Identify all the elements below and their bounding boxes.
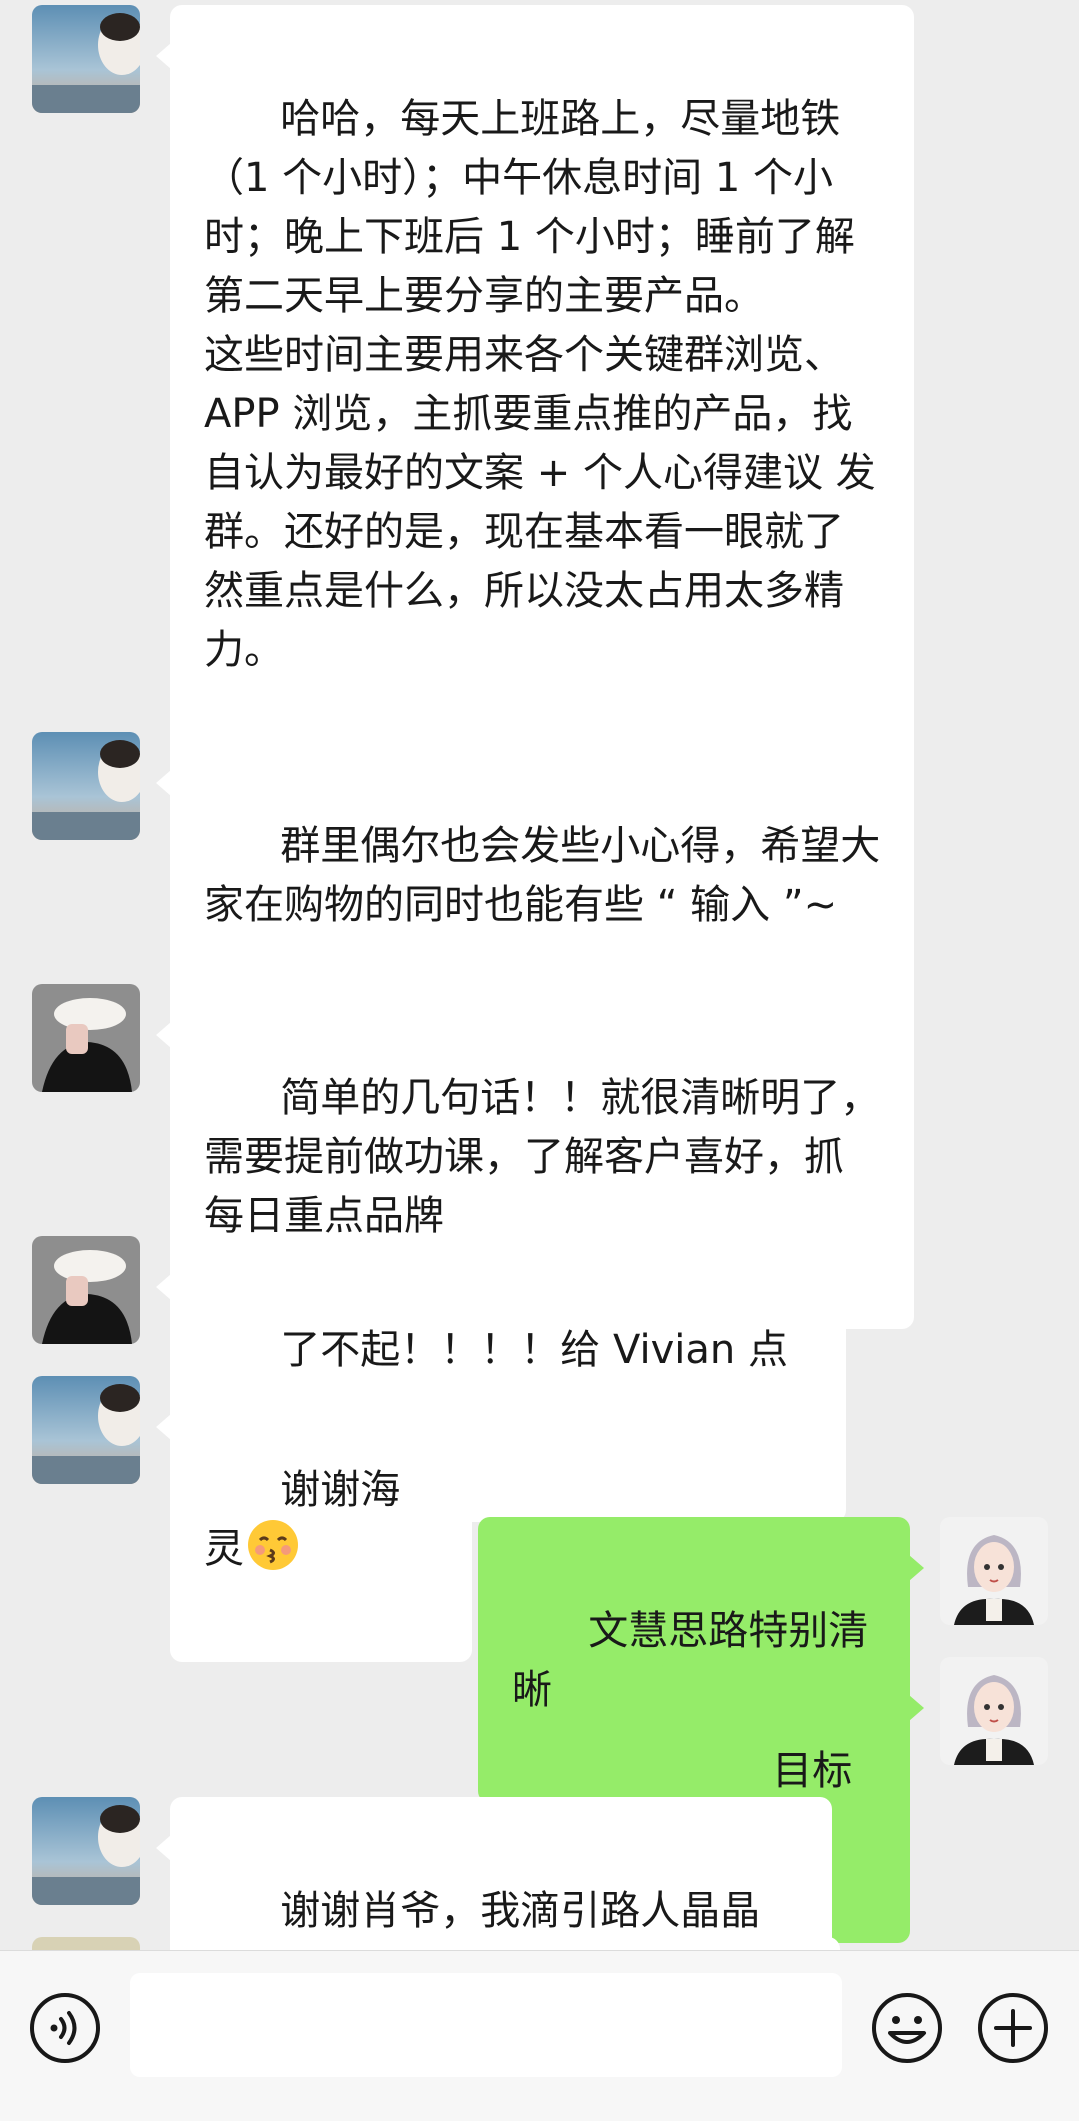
message-text: 谢谢海灵 [204, 1467, 401, 1572]
partial-avatar[interactable] [32, 1937, 140, 1950]
message-bubble[interactable]: 哈哈，每天上班路上，尽量地铁（1 个小时）；中午休息时间 1 个小时；晚上下班后… [156, 5, 914, 763]
message-bubble[interactable] [170, 1937, 840, 1950]
message-input[interactable] [130, 1973, 842, 2077]
chat-area: 哈哈，每天上班路上，尽量地铁（1 个小时）；中午休息时间 1 个小时；晚上下班后… [0, 0, 1079, 1950]
message-bubble[interactable]: 群里偶尔也会发些小心得，希望大家在购物的同时也能有些 “ 输入 ”~ [156, 732, 914, 1018]
sunset-avatar[interactable] [32, 1376, 140, 1484]
message-bubble[interactable]: 谢谢海灵 [156, 1376, 472, 1662]
sunset-avatar[interactable] [32, 732, 140, 840]
plus-icon[interactable] [976, 1991, 1050, 2065]
message-text: 简单的几句话！！就很清晰明了，需要提前做功课，了解客户喜好，抓每日重点品牌 [204, 1075, 881, 1239]
cartoon-girl-avatar[interactable] [940, 1657, 1048, 1765]
sunset-avatar[interactable] [32, 5, 140, 113]
message-bubble[interactable]: 谢谢肖爷，我滴引路人晶晶 ~ [156, 1797, 832, 1950]
cartoon-girl-avatar[interactable] [940, 1517, 1048, 1625]
kissing-face-icon [248, 1520, 298, 1570]
input-bar [0, 1950, 1079, 2121]
sunset-avatar[interactable] [32, 1797, 140, 1905]
voice-icon[interactable] [28, 1991, 102, 2065]
hat-avatar[interactable] [32, 984, 140, 1092]
emoji-icon[interactable] [870, 1991, 944, 2065]
hat-avatar[interactable] [32, 1236, 140, 1344]
message-text: 群里偶尔也会发些小心得，希望大家在购物的同时也能有些 “ 输入 ”~ [204, 823, 881, 928]
message-text: 哈哈，每天上班路上，尽量地铁（1 个小时）；中午休息时间 1 个小时；晚上下班后… [204, 96, 876, 673]
